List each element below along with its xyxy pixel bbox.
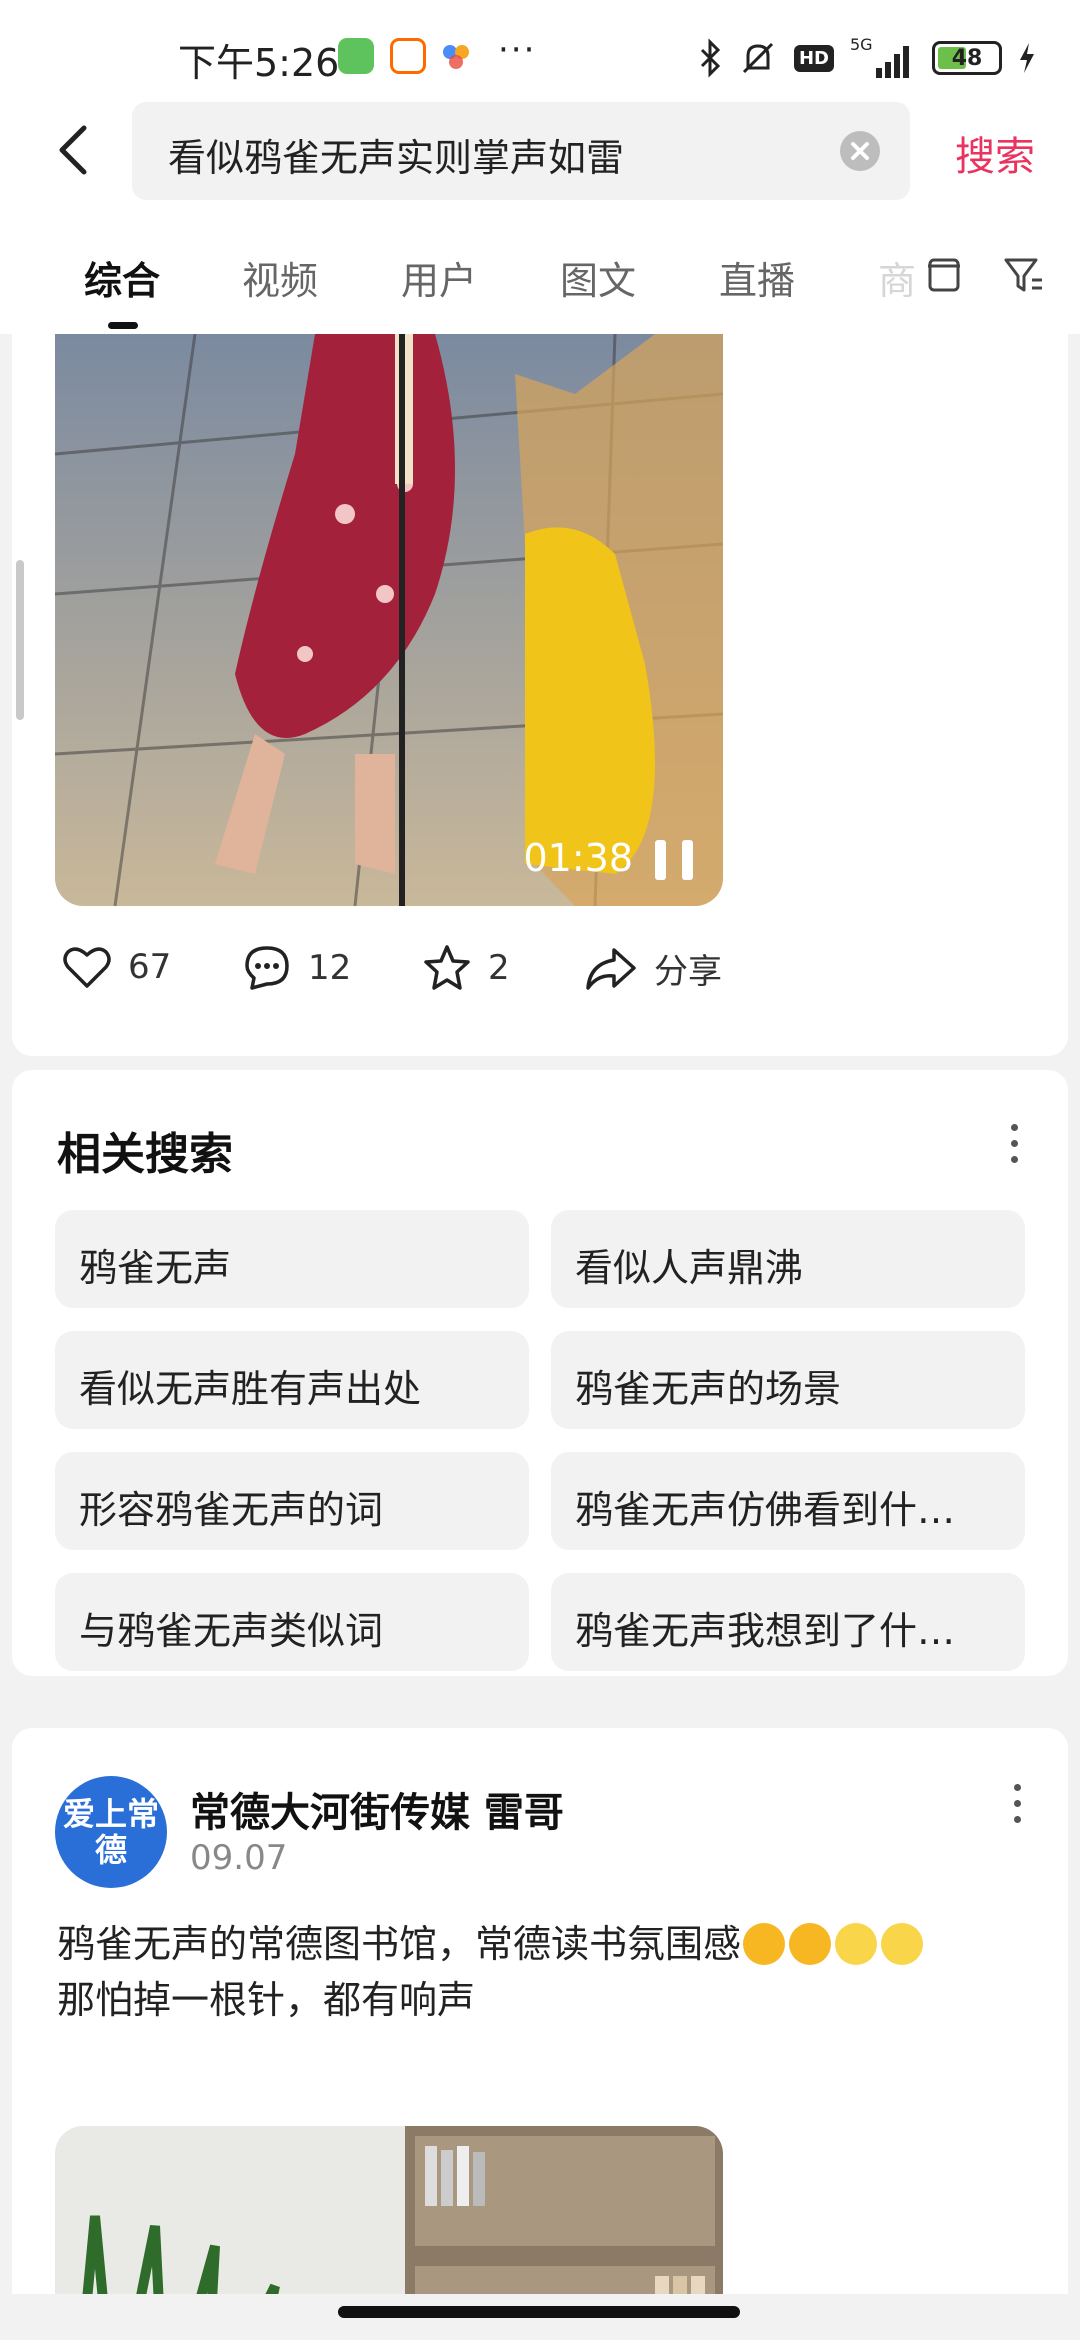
- search-button[interactable]: 搜索: [955, 124, 1035, 182]
- related-search-chip[interactable]: 形容鸦雀无声的词: [55, 1452, 529, 1550]
- related-search-chip[interactable]: 鸦雀无声的场景: [551, 1331, 1025, 1429]
- related-search-chip[interactable]: 看似人声鼎沸: [551, 1210, 1025, 1308]
- video-result-card: 01:38 67 12 2 分享: [12, 334, 1068, 1056]
- related-search-chip[interactable]: 鸦雀无声仿佛看到什…: [551, 1452, 1025, 1550]
- comment-icon: [245, 946, 289, 990]
- status-bar: 下午5:26 ··· HD 5G 48: [0, 0, 1080, 100]
- pause-button[interactable]: [655, 840, 693, 880]
- wechat-icon: [338, 38, 374, 74]
- layout-toggle-icon[interactable]: [922, 252, 966, 296]
- post-text-line1: 鸦雀无声的常德图书馆，常德读书氛围感: [57, 1922, 742, 1966]
- tab-users[interactable]: 用户: [401, 250, 477, 305]
- status-indicators: HD 5G 48: [698, 36, 1036, 80]
- charging-icon: [1020, 43, 1034, 73]
- post-text[interactable]: 鸦雀无声的常德图书馆，常德读书氛围感 那怕掉一根针，都有响声: [57, 1916, 1037, 2028]
- hd-badge: HD: [793, 44, 834, 72]
- related-searches-title: 相关搜索: [57, 1129, 233, 1180]
- related-search-chip[interactable]: 鸦雀无声: [55, 1210, 529, 1308]
- status-time: 下午5:26: [178, 41, 340, 85]
- tab-shop[interactable]: 商: [878, 250, 916, 305]
- video-thumbnail: [55, 334, 723, 906]
- post-media[interactable]: [55, 2126, 723, 2294]
- like-button[interactable]: 67: [62, 944, 171, 990]
- active-tab-indicator: [108, 322, 138, 329]
- comment-count: 12: [308, 948, 352, 988]
- video-player[interactable]: 01:38: [55, 334, 723, 906]
- share-icon: [586, 947, 636, 990]
- 58-icon: [390, 38, 426, 74]
- related-searches-card: 相关搜索 鸦雀无声 看似人声鼎沸 看似无声胜有声出处 鸦雀无声的场景 形容鸦雀无…: [12, 1070, 1068, 1676]
- mute-bell-icon: [742, 42, 774, 74]
- post-more-options-icon[interactable]: [1011, 1784, 1023, 1832]
- back-button[interactable]: [46, 118, 106, 182]
- filter-icon[interactable]: [1002, 252, 1046, 296]
- share-button[interactable]: 分享: [584, 944, 722, 993]
- video-actions: 67 12 2 分享: [12, 944, 1068, 1004]
- favorite-button[interactable]: 2: [422, 944, 510, 992]
- back-arrow-icon: [59, 125, 87, 175]
- clear-search-button[interactable]: [840, 131, 880, 171]
- shocked-emoji: [743, 1923, 786, 1965]
- related-search-chip[interactable]: 与鸦雀无声类似词: [55, 1573, 529, 1671]
- battery-icon: 48: [932, 41, 1002, 75]
- result-tabs: 综合 视频 用户 图文 直播 商: [0, 210, 1080, 334]
- post-result-card: 爱上常德 常德大河街传媒 雷哥 09.07 鸦雀无声的常德图书馆，常德读书氛围感…: [12, 1728, 1068, 2294]
- tab-video[interactable]: 视频: [242, 250, 318, 305]
- favorite-count: 2: [488, 948, 510, 988]
- bluetooth-icon: [700, 38, 721, 78]
- library-thumbnail: [55, 2126, 723, 2294]
- search-header: 看似鸦雀无声实则掌声如雷 搜索: [0, 100, 1080, 210]
- more-options-icon[interactable]: [1008, 1124, 1020, 1172]
- heart-icon: [63, 947, 111, 988]
- shocked-emoji: [789, 1923, 832, 1965]
- comment-button[interactable]: 12: [242, 944, 351, 992]
- video-duration: 01:38: [523, 836, 633, 880]
- related-search-chip[interactable]: 看似无声胜有声出处: [55, 1331, 529, 1429]
- share-label: 分享: [654, 952, 722, 992]
- post-date: 09.07: [190, 1838, 288, 1878]
- more-notifications-icon: ···: [498, 30, 537, 70]
- flexed-arm-emoji: [835, 1923, 878, 1965]
- flexed-arm-emoji: [881, 1923, 924, 1965]
- tab-live[interactable]: 直播: [719, 250, 795, 305]
- signal-5g-icon: 5G: [850, 36, 909, 78]
- tab-general[interactable]: 综合: [84, 250, 160, 305]
- author-name[interactable]: 常德大河街传媒 雷哥: [190, 1780, 564, 1838]
- search-input[interactable]: 看似鸦雀无声实则掌声如雷: [132, 102, 910, 200]
- baidu-icon: [438, 38, 474, 74]
- scrollbar[interactable]: [16, 560, 24, 720]
- search-query-text[interactable]: 看似鸦雀无声实则掌声如雷: [168, 127, 624, 182]
- close-icon: [851, 142, 869, 160]
- svg-text:5G: 5G: [850, 36, 873, 54]
- like-count: 67: [128, 947, 172, 987]
- star-icon: [424, 945, 470, 990]
- home-indicator[interactable]: [338, 2306, 740, 2318]
- post-text-line2: 那怕掉一根针，都有响声: [57, 1978, 476, 2022]
- related-search-chip[interactable]: 鸦雀无声我想到了什…: [551, 1573, 1025, 1671]
- avatar[interactable]: 爱上常德: [55, 1776, 167, 1888]
- tab-image-text[interactable]: 图文: [560, 250, 636, 305]
